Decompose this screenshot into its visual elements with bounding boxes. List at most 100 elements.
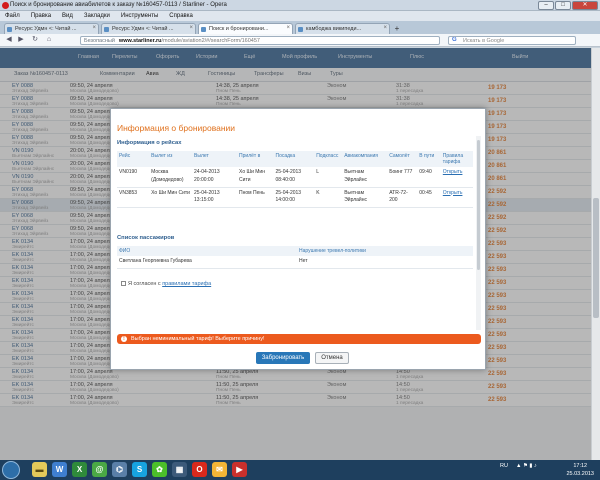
passenger-name: Светлана Георгиевна Губарева [117,256,297,269]
search-input[interactable]: G Искать в Google [448,36,576,45]
address-bar: ◀ ▶ ↻ ⌂ Безопасный www.starliner.ru/modul… [0,34,600,47]
flight-airline: Вьетнам Эйрлайнс [342,187,388,208]
menu-item-view[interactable]: Вид [62,13,73,19]
flight-row: VN3853 Хо Ши Мин Сити 25-04-2013 13:15:0… [117,187,473,208]
word-icon[interactable]: W [52,462,67,477]
browser-tab[interactable]: камбоджа википеди... × [295,23,390,34]
page-scrollbar[interactable] [591,48,600,460]
passengers-header-row: ФИО Нарушение тревел-политики [117,246,473,256]
flight-time: 09:40 [417,167,441,188]
booking-info-modal: Информация о бронировании Информация о р… [110,108,486,370]
alert-nonminimal-fare[interactable]: ! Выбран неминимальный тариф! Выберите пр… [117,334,481,344]
col-arr: Посадка [273,151,315,167]
window-controls: – □ ✕ [538,1,598,10]
col-dep: Вылет [192,151,238,167]
close-tab-icon[interactable]: × [92,25,96,31]
network-icon[interactable]: ⌬ [112,462,127,477]
fare-rules-link[interactable]: Открыть [443,169,463,175]
security-badge[interactable]: Безопасный [84,38,115,44]
new-tab-button[interactable]: + [392,24,402,34]
passenger-violation: Нет [297,256,473,269]
app-icon[interactable]: ▦ [172,462,187,477]
book-button[interactable]: Забронировать [256,352,310,364]
flight-arr: 25-04-2013 08:40:00 [273,167,315,188]
media-icon[interactable]: ▶ [232,462,247,477]
col-violation: Нарушение тревел-политики [297,246,473,256]
modal-scrollbar-thumb[interactable] [477,140,480,270]
flight-to: Хо Ши Мин Сити [237,167,274,188]
col-time: В пути [417,151,441,167]
tab-bar: Ресурс Удмн <: Читай ... × Ресурс Удмн <:… [0,21,600,34]
passengers-table: ФИО Нарушение тревел-политики Светлана Г… [117,246,473,269]
menu-item-file[interactable]: Файл [5,13,20,19]
flight-to: Пном Пень [237,187,274,208]
alert-text: Выбран неминимальный тариф! Выберите при… [131,336,265,342]
folder-icon[interactable]: ▬ [32,462,47,477]
url-input[interactable]: Безопасный www.starliner.ru/module/aviati… [80,36,440,45]
tray-icons[interactable]: ▲ ⚑ ▮ ♪ [516,463,537,469]
tab-label: камбоджа википеди... [306,26,362,32]
alert-icon: ! [121,336,127,342]
reload-icon[interactable]: ↻ [30,36,40,45]
window-titlebar: Поиск и бронирование авиабилетов к заказ… [0,0,600,11]
passenger-row: Светлана Георгиевна Губарева Нет [117,256,473,269]
flight-time: 00:45 [417,187,441,208]
email-client-icon[interactable]: @ [92,462,107,477]
modal-title: Информация о бронировании [117,123,236,133]
fare-rules-link[interactable]: Открыть [443,190,463,196]
google-icon: G [452,37,457,43]
agree-text: Я согласен с [128,281,161,287]
flight-airline: Вьетнам Эйрлайнс [342,167,388,188]
flight-row: VN0190 Москва (Домодедово) 24-04-2013 20… [117,167,473,188]
taskbar: ▬ W X @ ⌬ S ✿ ▦ O ✉ ▶ RU ▲ ⚑ ▮ ♪ 17:12 2… [0,460,600,480]
maximize-icon[interactable]: □ [555,1,571,10]
skype-icon[interactable]: S [132,462,147,477]
language-indicator[interactable]: RU [500,463,508,469]
flights-heading: Информация о рейсах [117,140,182,146]
col-to: Прилёт в [237,151,274,167]
modal-scrollbar[interactable] [476,136,481,330]
menu-item-tools[interactable]: Инструменты [121,13,158,19]
flight-dep: 24-04-2013 20:00:00 [192,167,238,188]
browser-tab-active[interactable]: Поиск и бронировани... × [198,23,293,34]
flight-from: Хо Ши Мин Сити [149,187,193,208]
close-window-icon[interactable]: ✕ [572,1,598,10]
icq-icon[interactable]: ✿ [152,462,167,477]
flight-from: Москва (Домодедово) [149,167,193,188]
forward-icon[interactable]: ▶ [16,36,26,45]
col-rules: Правила тарифа [440,151,473,167]
col-flight: Рейс [117,151,150,167]
menu-bar: Файл Правка Вид Закладки Инструменты Спр… [0,11,600,21]
favicon-icon [201,27,206,32]
clock[interactable]: 17:12 25.03.2013 [566,462,594,478]
col-airline: Авиакомпания [342,151,388,167]
tab-label: Поиск и бронировани... [209,26,269,32]
search-placeholder: Искать в Google [463,38,505,44]
flights-header-row: Рейс Вылет из Вылет Прилёт в Посадка Под… [117,151,473,167]
start-button[interactable] [2,461,20,479]
favicon-icon [104,27,109,32]
browser-tab[interactable]: Ресурс Удмн <: Читай ... × [101,23,196,34]
close-tab-icon[interactable]: × [286,25,290,31]
opera-taskbar-icon[interactable]: O [192,462,207,477]
scrollbar-thumb[interactable] [593,198,599,318]
minimize-icon[interactable]: – [538,1,554,10]
menu-item-edit[interactable]: Правка [31,13,51,19]
chat-icon[interactable]: ✉ [212,462,227,477]
browser-tab[interactable]: Ресурс Удмн <: Читай ... × [4,23,99,34]
cancel-button[interactable]: Отмена [315,352,349,364]
excel-icon[interactable]: X [72,462,87,477]
page-content: Главная Перелеты Офорить Истории Ещё Мой… [0,48,600,460]
menu-item-help[interactable]: Справка [169,13,193,19]
close-tab-icon[interactable]: × [383,25,387,31]
agree-checkbox[interactable] [121,281,126,286]
fare-rules-agree-link[interactable]: правилами тарифа [162,281,211,287]
favicon-icon [298,27,303,32]
close-tab-icon[interactable]: × [189,25,193,31]
home-icon[interactable]: ⌂ [44,36,54,45]
menu-item-bookmarks[interactable]: Закладки [84,13,110,19]
agree-rules: Я согласен с правилами тарифа [121,281,211,287]
col-plane: Самолёт [387,151,418,167]
back-icon[interactable]: ◀ [4,36,14,45]
flight-arr: 25-04-2013 14:00:00 [273,187,315,208]
